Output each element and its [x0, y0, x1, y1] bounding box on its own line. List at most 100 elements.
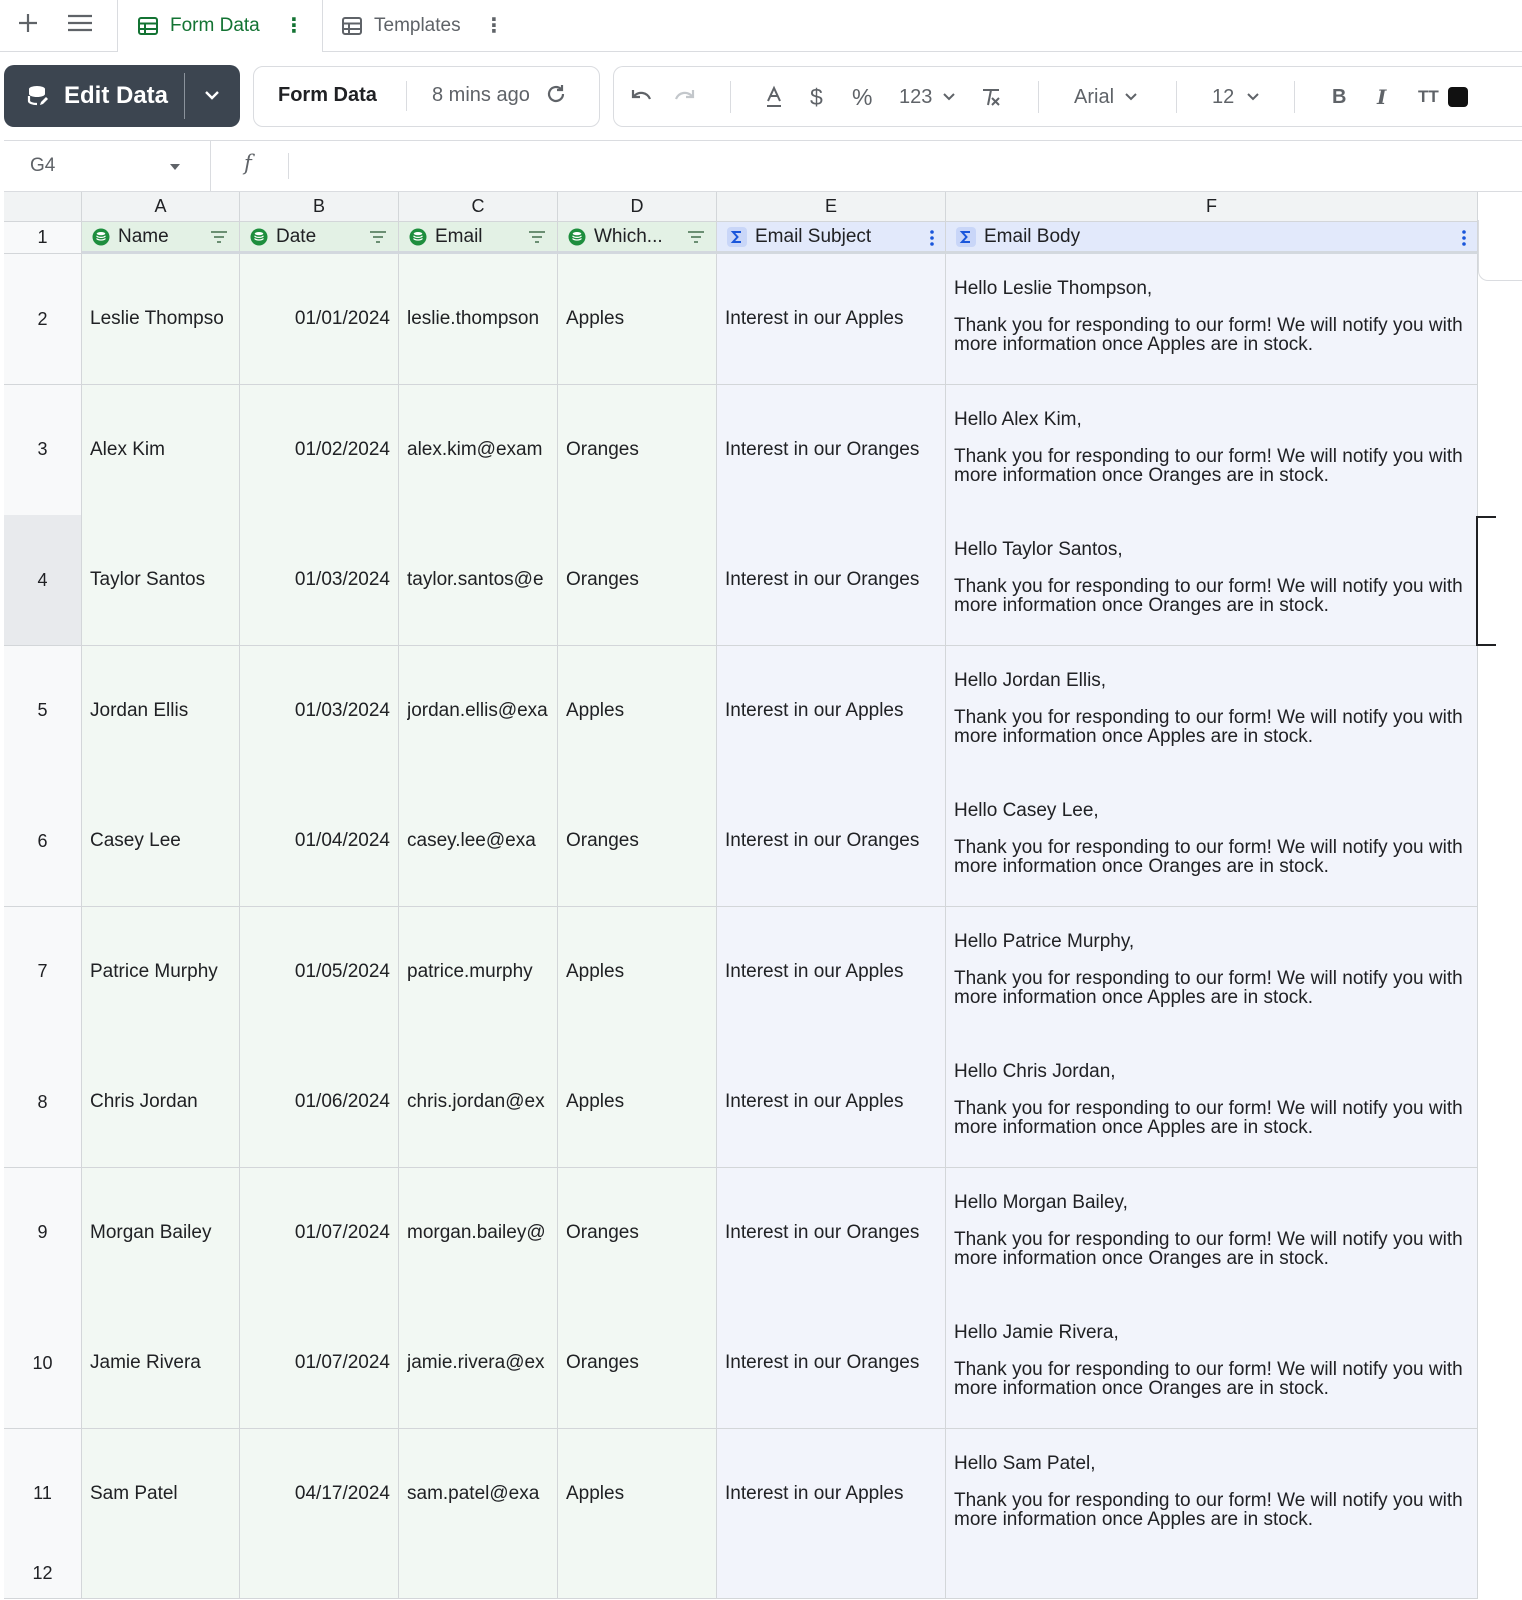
column-header-c[interactable]: C — [399, 192, 558, 222]
number-format-dropdown[interactable]: 123 — [899, 83, 956, 111]
row-header[interactable]: 8 — [4, 1037, 82, 1168]
table-cell-subject[interactable]: Interest in our Apples — [717, 254, 946, 385]
row-header[interactable]: 2 — [4, 254, 82, 385]
table-cell-date[interactable]: 01/07/2024 — [240, 1298, 399, 1429]
row-header[interactable]: 9 — [4, 1167, 82, 1299]
tab-options-icon[interactable]: ⋮ — [284, 16, 304, 36]
table-cell-email[interactable]: casey.lee@exa — [399, 776, 558, 907]
table-cell-which[interactable]: Apples — [558, 254, 717, 385]
table-cell-date[interactable]: 01/04/2024 — [240, 776, 399, 907]
column-options-icon[interactable] — [1461, 229, 1467, 247]
tab-form-data[interactable]: Form Data ⋮ — [117, 0, 323, 52]
edit-data-button[interactable]: Edit Data — [4, 65, 240, 127]
table-cell-email[interactable]: patrice.murphy — [399, 906, 558, 1038]
field-header[interactable]: Date — [240, 222, 399, 254]
table-cell-which[interactable]: Oranges — [558, 384, 717, 516]
font-family-dropdown[interactable]: Arial — [1074, 83, 1138, 111]
table-cell-which[interactable]: Apples — [558, 906, 717, 1038]
table-cell-date[interactable]: 01/03/2024 — [240, 515, 399, 646]
column-header-e[interactable]: E — [717, 192, 946, 222]
table-cell[interactable] — [240, 1559, 399, 1599]
table-cell-email-body[interactable]: Hello Jordan Ellis, Thank you for respond… — [946, 645, 1478, 777]
text-size-button[interactable]: TT — [1418, 83, 1439, 111]
row-header[interactable]: 10 — [4, 1298, 82, 1429]
table-cell-name[interactable]: Casey Lee — [82, 776, 240, 907]
table-cell-name[interactable]: Chris Jordan — [82, 1037, 240, 1168]
filter-icon[interactable] — [527, 229, 547, 245]
table-cell-subject[interactable]: Interest in our Apples — [717, 1428, 946, 1560]
add-sheet-icon[interactable] — [10, 8, 46, 38]
table-cell[interactable] — [946, 1559, 1478, 1599]
tab-templates[interactable]: Templates ⋮ — [322, 0, 522, 51]
chevron-down-icon[interactable] — [202, 85, 222, 105]
table-cell-date[interactable]: 01/05/2024 — [240, 906, 399, 1038]
table-cell-date[interactable]: 01/03/2024 — [240, 645, 399, 777]
table-cell-which[interactable]: Apples — [558, 1428, 717, 1560]
table-cell-email-body[interactable]: Hello Jamie Rivera, Thank you for respond… — [946, 1298, 1478, 1429]
row-header[interactable]: 11 — [4, 1428, 82, 1560]
table-cell-email-body[interactable]: Hello Leslie Thompson, Thank you for resp… — [946, 254, 1478, 385]
filter-icon[interactable] — [209, 229, 229, 245]
refresh-icon[interactable] — [544, 82, 568, 106]
column-header-b[interactable]: B — [240, 192, 399, 222]
percent-format-icon[interactable]: % — [852, 83, 872, 111]
table-cell-email[interactable]: sam.patel@exa — [399, 1428, 558, 1560]
table-cell-email[interactable]: jordan.ellis@exa — [399, 645, 558, 777]
cell-reference-box[interactable]: G4 — [4, 141, 211, 191]
table-cell-email[interactable]: leslie.thompson — [399, 254, 558, 385]
table-cell-subject[interactable]: Interest in our Apples — [717, 1037, 946, 1168]
row-header[interactable]: 3 — [4, 384, 82, 516]
table-cell-date[interactable]: 01/02/2024 — [240, 384, 399, 516]
row-header[interactable]: 5 — [4, 645, 82, 777]
table-cell-which[interactable]: Oranges — [558, 515, 717, 646]
table-cell-subject[interactable]: Interest in our Oranges — [717, 776, 946, 907]
table-cell-email-body[interactable]: Hello Morgan Bailey, Thank you for respon… — [946, 1167, 1478, 1299]
table-cell-email[interactable]: morgan.bailey@ — [399, 1167, 558, 1299]
table-cell-subject[interactable]: Interest in our Apples — [717, 906, 946, 1038]
table-cell-subject[interactable]: Interest in our Oranges — [717, 1298, 946, 1429]
table-cell[interactable] — [82, 1559, 240, 1599]
field-header[interactable]: Email Body — [946, 222, 1478, 254]
row-header[interactable]: 7 — [4, 906, 82, 1038]
table-cell-date[interactable]: 01/07/2024 — [240, 1167, 399, 1299]
table-cell-date[interactable]: 04/17/2024 — [240, 1428, 399, 1560]
table-cell-which[interactable]: Oranges — [558, 1167, 717, 1299]
field-header[interactable]: Which... — [558, 222, 717, 254]
column-header-a[interactable]: A — [82, 192, 240, 222]
filter-icon[interactable] — [686, 229, 706, 245]
redo-icon[interactable] — [672, 83, 698, 111]
table-cell-subject[interactable]: Interest in our Apples — [717, 645, 946, 777]
table-cell-name[interactable]: Jamie Rivera — [82, 1298, 240, 1429]
table-cell-name[interactable]: Alex Kim — [82, 384, 240, 516]
table-cell-name[interactable]: Patrice Murphy — [82, 906, 240, 1038]
table-cell-subject[interactable]: Interest in our Oranges — [717, 384, 946, 516]
tab-options-icon[interactable]: ⋮ — [484, 16, 504, 36]
select-all-corner[interactable] — [4, 192, 82, 222]
caret-down-icon[interactable] — [170, 164, 180, 170]
fill-color-swatch[interactable] — [1448, 83, 1468, 111]
clear-formatting-icon[interactable] — [980, 83, 1002, 111]
undo-icon[interactable] — [628, 83, 654, 111]
row-header[interactable]: 12 — [4, 1559, 82, 1599]
table-cell-email[interactable]: jamie.rivera@ex — [399, 1298, 558, 1429]
table-cell-subject[interactable]: Interest in our Oranges — [717, 1167, 946, 1299]
table-cell-subject[interactable]: Interest in our Oranges — [717, 515, 946, 646]
table-cell-email[interactable]: chris.jordan@ex — [399, 1037, 558, 1168]
table-cell-which[interactable]: Oranges — [558, 776, 717, 907]
table-cell-which[interactable]: Oranges — [558, 1298, 717, 1429]
table-cell-date[interactable]: 01/01/2024 — [240, 254, 399, 385]
table-cell-name[interactable]: Leslie Thompso — [82, 254, 240, 385]
field-header[interactable]: Name — [82, 222, 240, 254]
table-cell-email-body[interactable]: Hello Casey Lee, Thank you for responding… — [946, 776, 1478, 907]
table-cell-date[interactable]: 01/06/2024 — [240, 1037, 399, 1168]
column-header-f[interactable]: F — [946, 192, 1478, 222]
filter-icon[interactable] — [368, 229, 388, 245]
table-cell-name[interactable]: Jordan Ellis — [82, 645, 240, 777]
field-header[interactable]: Email — [399, 222, 558, 254]
row-header[interactable]: 1 — [4, 222, 82, 254]
table-cell-email-body[interactable]: Hello Sam Patel, Thank you for responding… — [946, 1428, 1478, 1560]
table-cell-name[interactable]: Taylor Santos — [82, 515, 240, 646]
table-cell-email[interactable]: taylor.santos@e — [399, 515, 558, 646]
column-header-d[interactable]: D — [558, 192, 717, 222]
table-cell-email[interactable]: alex.kim@exam — [399, 384, 558, 516]
